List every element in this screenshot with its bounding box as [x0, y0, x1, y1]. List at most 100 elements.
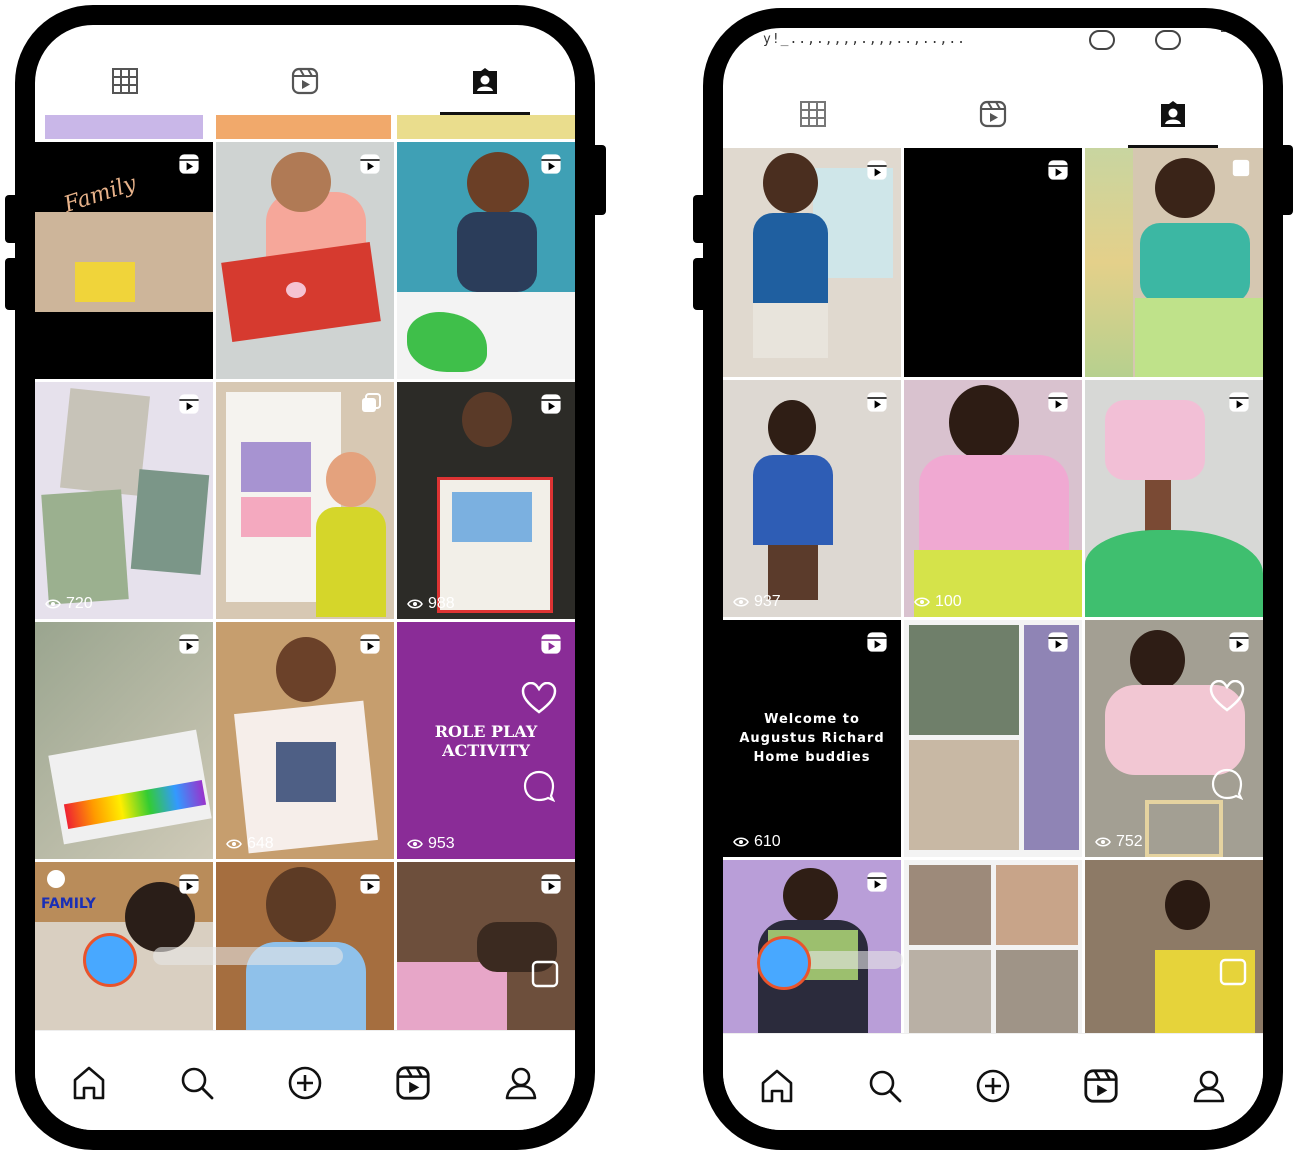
comment-icon[interactable]: [523, 770, 556, 807]
nav-reels[interactable]: [1081, 1066, 1121, 1106]
nav-home[interactable]: [69, 1063, 109, 1103]
save-icon[interactable]: [531, 960, 559, 993]
save-icon[interactable]: [1219, 958, 1247, 991]
grid-icon: [800, 101, 826, 127]
tab-tagged[interactable]: [395, 47, 575, 115]
tile-house-drawing[interactable]: [216, 382, 394, 619]
reel-indicator-icon: [539, 632, 563, 661]
tagged-icon: [473, 68, 497, 94]
multi-post-icon: [360, 392, 382, 419]
reel-indicator-icon: [177, 632, 201, 661]
partial-tile: [216, 115, 391, 139]
floating-action-button[interactable]: [757, 936, 811, 990]
tile-photo-collage[interactable]: 720: [35, 382, 213, 619]
play-count-icon: [733, 837, 749, 847]
status-bar: y!_..,.,,,,.,,,..,..,..: [723, 28, 1263, 50]
tile-girl-purple[interactable]: [723, 860, 901, 1034]
tile-girl-pink[interactable]: 100: [904, 380, 1082, 617]
reel-indicator-icon: [358, 152, 382, 181]
tile-kids-frames[interactable]: [904, 860, 1082, 1034]
view-count: 953: [407, 835, 455, 853]
tile-role-play-activity[interactable]: ROLE PLAY ACTIVITY 953: [397, 622, 575, 859]
reel-indicator-icon: [1227, 390, 1251, 419]
multi-post-icon: [1231, 158, 1251, 183]
tile-family-photo-frame[interactable]: 648: [216, 622, 394, 859]
overlay-text: FAMILY: [41, 896, 96, 912]
reel-indicator-icon: [865, 870, 889, 899]
reels-icon: [291, 67, 319, 95]
tile-sup-boy[interactable]: [723, 148, 901, 377]
tab-grid[interactable]: [35, 47, 215, 115]
reel-indicator-icon: [1046, 390, 1070, 419]
view-count: 648: [226, 835, 274, 853]
home-icon: [761, 1069, 793, 1103]
reel-indicator-icon: [177, 872, 201, 901]
overlay-bar: [153, 947, 343, 965]
tile-girl-yellow-card[interactable]: [1085, 860, 1263, 1034]
tab-reels[interactable]: [215, 47, 395, 115]
grid-icon: [112, 68, 138, 94]
play-count-icon: [407, 839, 423, 849]
post-grid: 937 100 Welcome to Augustus Richard Home…: [723, 148, 1263, 1034]
tab-tagged[interactable]: [1083, 80, 1263, 148]
tile-dont-forget-card[interactable]: [216, 142, 394, 379]
like-icon[interactable]: [521, 681, 557, 719]
tab-grid[interactable]: [723, 80, 903, 148]
nav-profile[interactable]: [1189, 1066, 1229, 1106]
tile-black[interactable]: [904, 148, 1082, 377]
tab-reels[interactable]: [903, 80, 1083, 148]
view-count: 610: [733, 833, 781, 851]
reel-indicator-icon: [865, 390, 889, 419]
play-count-icon: [407, 599, 423, 609]
create-icon: [288, 1066, 322, 1100]
view-count: 720: [45, 595, 93, 613]
view-count: 937: [733, 593, 781, 611]
tile-boy-blue-sweater[interactable]: 937: [723, 380, 901, 617]
tile-my-home-poster[interactable]: 988: [397, 382, 575, 619]
right-phone: y!_..,.,,,,.,,,..,..,.. 937 100 Welcome …: [703, 8, 1283, 1150]
nav-home[interactable]: [757, 1066, 797, 1106]
comment-icon[interactable]: [1211, 768, 1244, 805]
nav-search[interactable]: [865, 1066, 905, 1106]
reel-indicator-icon: [539, 392, 563, 421]
reels-icon: [979, 100, 1007, 128]
tile-hands-craft[interactable]: [397, 862, 575, 1034]
left-phone: Family 720 988 648 ROLE PLAY ACTIVITY 95…: [15, 5, 595, 1150]
status-icon: [1155, 30, 1181, 50]
nav-search[interactable]: [177, 1063, 217, 1103]
tile-welcome[interactable]: Welcome to Augustus Richard Home buddies…: [723, 620, 901, 857]
tile-crayons[interactable]: [35, 622, 213, 859]
profile-icon: [1193, 1070, 1225, 1103]
floating-action-button[interactable]: [83, 933, 137, 987]
tile-tree-craft[interactable]: [1085, 380, 1263, 617]
create-icon: [976, 1069, 1010, 1103]
view-count: 752: [1095, 833, 1143, 851]
tile-painting-boy[interactable]: [397, 142, 575, 379]
reel-indicator-icon: [1046, 158, 1070, 187]
tile-girl-collage[interactable]: [1085, 148, 1263, 377]
nav-create[interactable]: [285, 1063, 325, 1103]
bottom-navigation: [35, 1030, 575, 1130]
nav-create[interactable]: [973, 1066, 1013, 1106]
tile-kids-collage[interactable]: [904, 620, 1082, 857]
overlay-bar: [803, 951, 903, 969]
reel-indicator-icon: [1227, 630, 1251, 659]
tile-girl-floor[interactable]: 752: [1085, 620, 1263, 857]
profile-tabs: [723, 80, 1263, 148]
reel-indicator-icon: [539, 872, 563, 901]
like-icon[interactable]: [1209, 679, 1245, 717]
bottom-navigation: [723, 1033, 1263, 1130]
status-icon: [1221, 30, 1243, 48]
nav-profile[interactable]: [501, 1063, 541, 1103]
reels-icon: [396, 1066, 430, 1100]
reel-indicator-icon: [539, 152, 563, 181]
reel-indicator-icon: [358, 872, 382, 901]
play-count-icon: [733, 597, 749, 607]
search-icon: [869, 1070, 902, 1103]
partial-tile: [45, 115, 203, 139]
reel-indicator-icon: [177, 152, 201, 181]
tile-family-video[interactable]: Family: [35, 142, 213, 379]
nav-reels[interactable]: [393, 1063, 433, 1103]
reel-indicator-icon: [358, 632, 382, 661]
play-count-icon: [914, 597, 930, 607]
